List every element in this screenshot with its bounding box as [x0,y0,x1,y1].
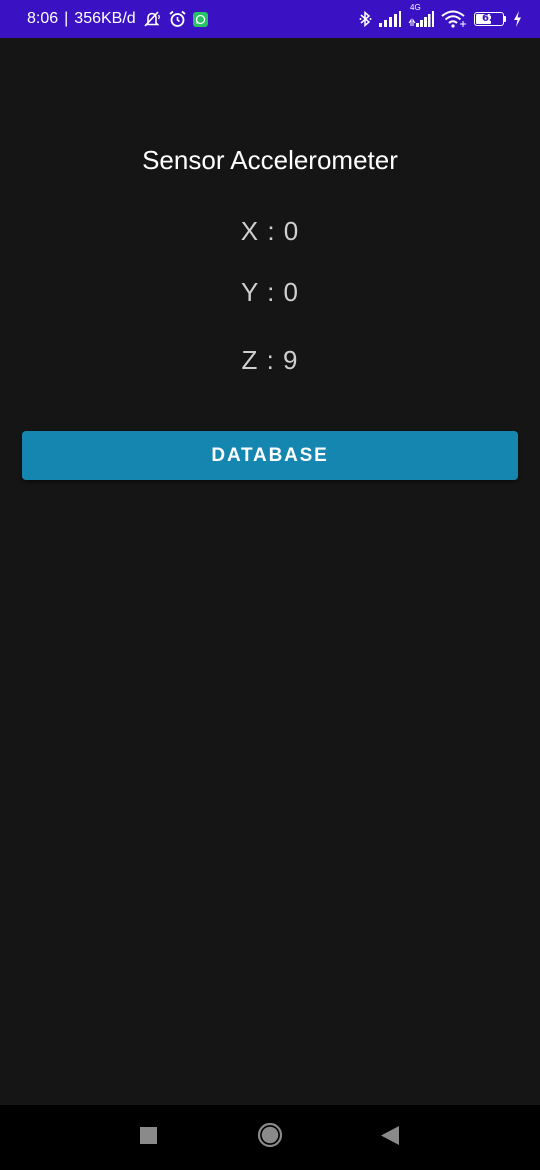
signal-icon [379,10,401,28]
accel-y-value: Y : 0 [240,277,299,307]
status-bar: 8:06 | 356KB/d 4G 62 [0,0,540,38]
charging-icon [513,10,522,28]
muted-notifications-icon [142,10,162,28]
network-type-label: 4G [410,3,421,12]
whatsapp-icon [192,11,208,27]
database-button[interactable]: DATABASE [22,431,518,480]
signal-4g-icon: 4G [408,4,434,28]
recent-apps-button[interactable] [118,1105,178,1170]
status-bar-left: 8:06 | 356KB/d [27,10,208,28]
battery-tip [504,16,506,22]
home-icon [257,1122,283,1153]
recent-apps-icon [139,1126,157,1149]
status-separator: | [64,10,69,27]
battery-level: 62 [482,13,496,24]
wifi-icon [441,10,467,28]
battery-body: 62 [474,12,504,26]
back-icon [381,1125,399,1150]
accel-z-value: Z : 9 [241,345,299,375]
app-screen: 8:06 | 356KB/d 4G 62 Sensor Acceleromete… [0,0,540,1170]
navigation-bar [0,1105,540,1170]
alarm-icon [168,10,187,28]
bluetooth-icon [359,10,372,28]
network-speed: 356KB/d [74,10,136,27]
accel-x-value: X : 0 [240,216,300,246]
battery-icon: 62 [474,12,506,26]
back-button[interactable] [360,1105,420,1170]
home-button[interactable] [240,1105,300,1170]
status-time: 8:06 [27,10,59,27]
status-bar-right: 4G 62 [359,4,522,28]
page-title: Sensor Accelerometer [142,145,398,175]
